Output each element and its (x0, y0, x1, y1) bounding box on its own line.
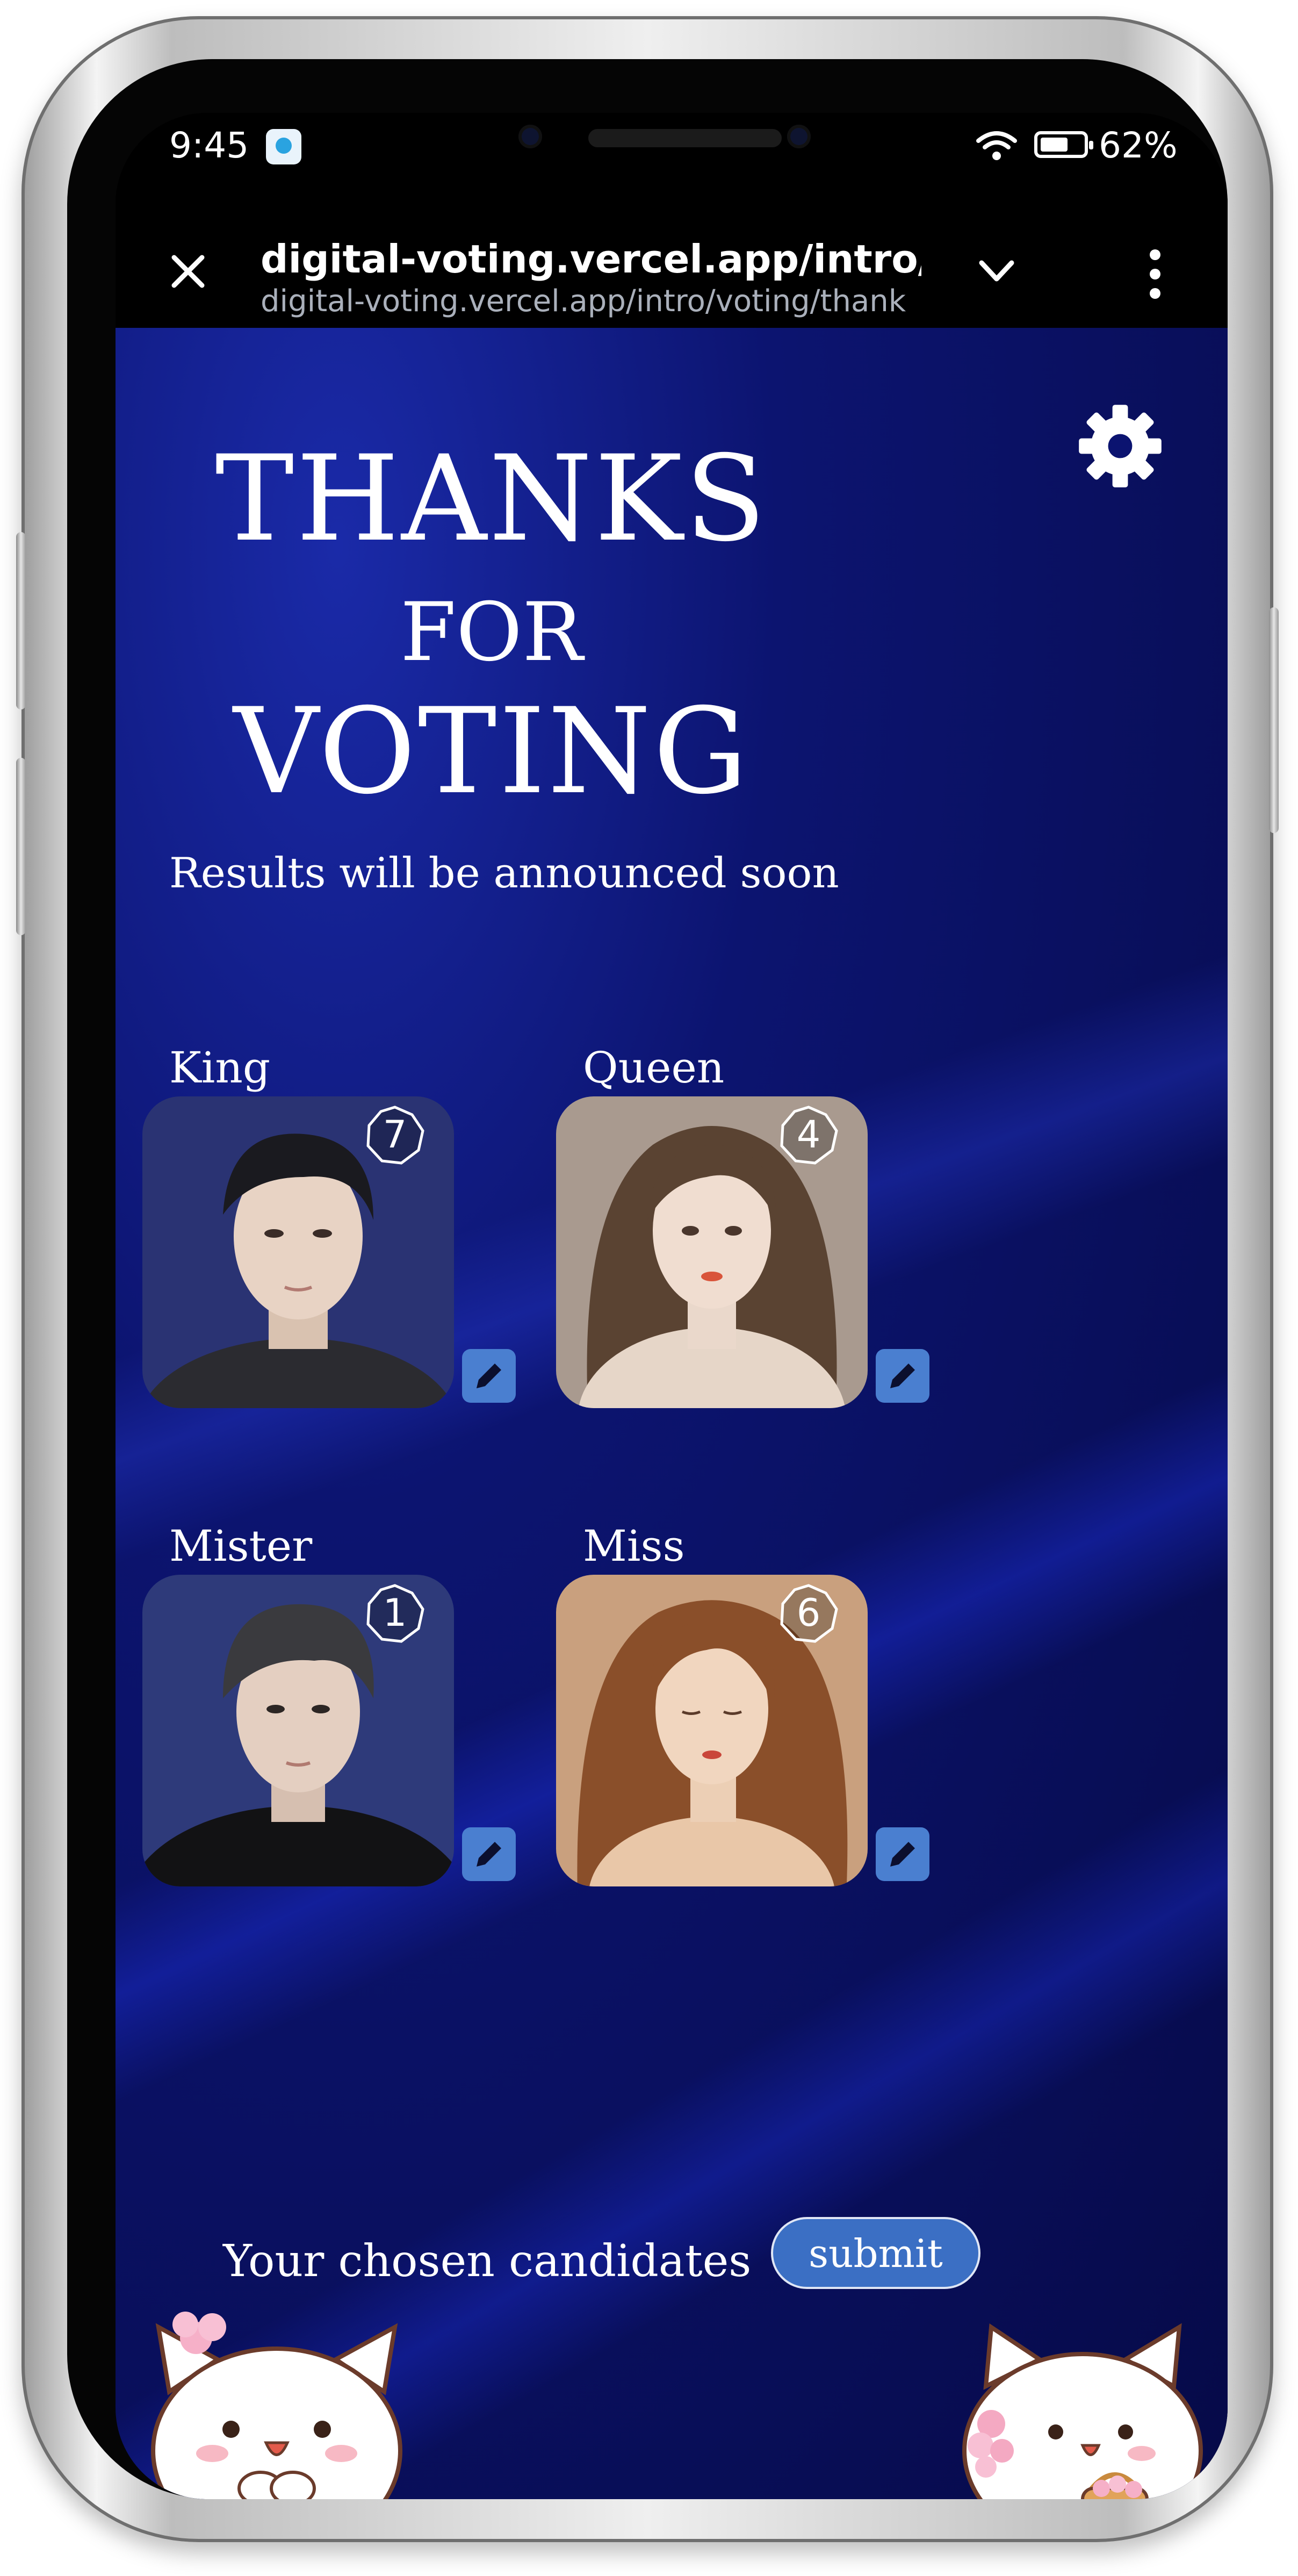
url-primary[interactable]: digital-voting.vercel.app/intro/voti (261, 236, 921, 282)
earpiece-speaker (588, 129, 782, 147)
more-vertical-icon[interactable] (1147, 247, 1163, 301)
url-secondary: digital-voting.vercel.app/intro/voting/t… (261, 284, 906, 319)
title-for: FOR (400, 586, 583, 679)
candidate-label: Miss (583, 1521, 685, 1571)
edit-button[interactable] (462, 1349, 516, 1403)
cat-sticker-left (151, 2312, 402, 2499)
candidate-label: Mister (169, 1521, 313, 1571)
status-bar: 9:45 62% (116, 113, 1228, 188)
gear-icon[interactable] (1077, 403, 1163, 489)
battery-icon (1034, 131, 1093, 158)
candidate-label: Queen (583, 1043, 725, 1093)
submit-button[interactable]: submit (771, 2217, 980, 2289)
phone-screen: 9:45 62% digital-voting.vercel.app/intro… (116, 113, 1228, 2499)
results-subtitle: Results will be announced soon (169, 849, 839, 898)
front-sensor (787, 125, 811, 148)
close-icon[interactable] (167, 250, 210, 293)
vote-count-badge: 7 (363, 1103, 427, 1167)
vote-count-badge: 6 (776, 1581, 841, 1646)
phone-side-button (16, 758, 26, 935)
pencil-icon (477, 1842, 501, 1867)
status-time: 9:45 (169, 125, 249, 166)
wifi-icon (976, 131, 1017, 160)
candidate-card-miss: Miss 6 (556, 1521, 986, 1897)
battery-percent: 62% (1099, 125, 1178, 166)
title-voting: VOTING (233, 683, 750, 820)
candidate-card-queen: Queen 4 (556, 1043, 986, 1419)
vote-count: 4 (796, 1113, 821, 1157)
telegram-icon (266, 129, 301, 164)
vote-count: 7 (383, 1113, 407, 1157)
pencil-icon (477, 1364, 501, 1388)
page-content: THANKS FOR VOTING Results will be announ… (116, 328, 1228, 2499)
front-camera (518, 125, 542, 148)
vote-count: 6 (796, 1591, 821, 1635)
title-thanks: THANKS (215, 430, 768, 568)
phone-frame: 9:45 62% digital-voting.vercel.app/intro… (16, 16, 1279, 2542)
candidate-card-king: King 7 (142, 1043, 572, 1419)
vote-count-badge: 4 (776, 1103, 841, 1167)
cat-sticker-right (962, 2323, 1203, 2499)
pencil-icon (890, 1842, 915, 1867)
chevron-down-icon[interactable] (975, 255, 1018, 288)
candidate-card-mister: Mister 1 (142, 1521, 572, 1897)
phone-side-button (16, 532, 26, 709)
vote-count: 1 (383, 1591, 407, 1635)
vote-count-badge: 1 (363, 1581, 427, 1646)
edit-button[interactable] (462, 1827, 516, 1881)
candidate-label: King (169, 1043, 271, 1093)
phone-side-button (1269, 607, 1279, 833)
edit-button[interactable] (876, 1827, 929, 1881)
browser-url-bar: digital-voting.vercel.app/intro/voti dig… (116, 188, 1228, 328)
edit-button[interactable] (876, 1349, 929, 1403)
chosen-candidates-label: Your chosen candidates (223, 2236, 752, 2287)
pencil-icon (890, 1364, 915, 1388)
